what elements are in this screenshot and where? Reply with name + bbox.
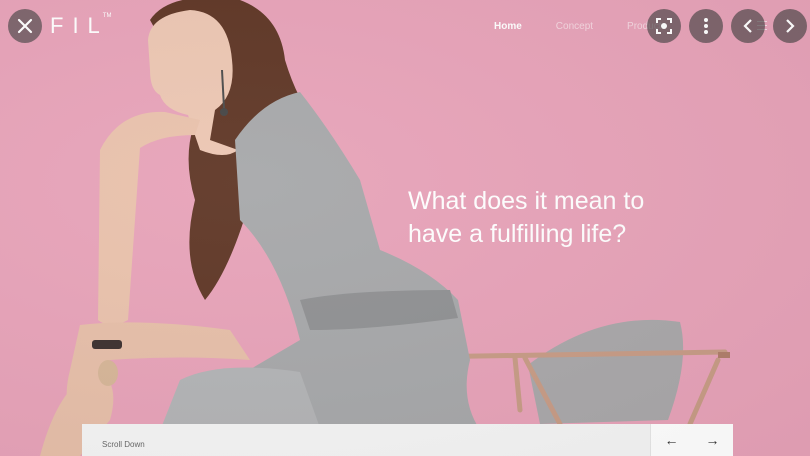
nav-item-home[interactable]: Home — [494, 21, 522, 32]
scroll-down-label[interactable]: Scroll Down — [102, 440, 145, 449]
scroll-bar: Scroll Down ← → — [82, 424, 733, 456]
slide-arrows: ← → — [650, 424, 733, 456]
previous-button[interactable] — [731, 9, 765, 43]
hero-photo — [40, 0, 730, 456]
brand-logo[interactable]: FILTM — [50, 13, 117, 39]
arrow-right-icon[interactable]: → — [706, 432, 720, 448]
lens-button[interactable] — [647, 9, 681, 43]
more-vert-icon — [704, 18, 708, 34]
more-button[interactable] — [689, 9, 723, 43]
close-button[interactable] — [8, 9, 42, 43]
hero-headline-line2: have a fulfilling life? — [408, 220, 627, 248]
next-button[interactable] — [773, 9, 807, 43]
hero-headline-line1: What does it mean to — [408, 187, 645, 215]
nav-item-concept[interactable]: Concept — [556, 21, 593, 32]
brand-logo-text: FIL — [50, 13, 109, 38]
trademark-mark: TM — [102, 12, 112, 19]
lens-icon — [656, 18, 672, 34]
chevron-left-icon — [743, 19, 752, 33]
hero-headline: What does it mean to have a fulfilling l… — [408, 185, 644, 251]
chevron-right-icon — [786, 19, 795, 33]
hero-stage: FILTM Home Concept Product What does it … — [0, 0, 810, 456]
close-icon — [17, 18, 33, 34]
arrow-left-icon[interactable]: ← — [665, 432, 679, 448]
